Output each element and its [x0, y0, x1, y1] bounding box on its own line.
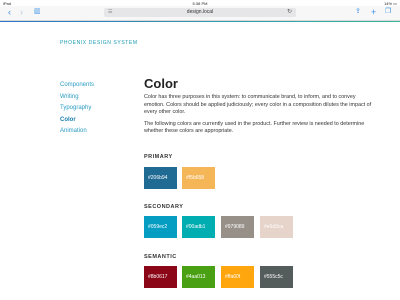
swatch-hex-label: #059ec2: [148, 224, 168, 230]
color-swatch[interactable]: #059ec2: [144, 216, 177, 238]
battery-label: 14% ▭: [384, 1, 397, 6]
swatch-hex-label: #206b94: [148, 175, 168, 181]
tabs-icon[interactable]: ❐: [385, 7, 391, 17]
sidebar-item-components[interactable]: Components: [60, 80, 120, 92]
swatch-hex-label: #979089: [225, 224, 245, 230]
bookmarks-book-icon[interactable]: ▥: [34, 7, 41, 17]
battery-percent: 14%: [384, 0, 393, 6]
forward-arrow-icon[interactable]: ›: [20, 7, 23, 17]
color-swatch[interactable]: #00adb1: [182, 216, 215, 238]
color-swatch[interactable]: #f5b658: [182, 167, 215, 189]
brand-title[interactable]: PHOENIX DESIGN SYSTEM: [60, 40, 138, 46]
back-arrow-icon[interactable]: ‹: [8, 7, 11, 17]
url-text: design.local: [186, 9, 214, 15]
clock-label: 5:38 PM: [192, 0, 208, 6]
color-swatch[interactable]: #e6d3ca: [260, 216, 293, 238]
swatch-hex-label: #e6d3ca: [264, 224, 284, 230]
swatch-hex-label: #f5b658: [186, 175, 205, 181]
sidebar-item-writing[interactable]: Writing: [60, 92, 120, 104]
color-swatch[interactable]: #555c5c: [260, 266, 293, 288]
reload-icon[interactable]: ↻: [287, 8, 292, 17]
swatch-hex-label: #ffa60f: [225, 274, 241, 280]
swatch-hex-label: #8b0617: [148, 274, 168, 280]
main-content: Color Color has three purposes in this s…: [144, 76, 374, 136]
color-swatch[interactable]: #206b94: [144, 167, 177, 189]
sidebar-nav: Components Writing Typography Color Anim…: [60, 80, 120, 138]
swatch-hex-label: #4aa013: [186, 274, 206, 280]
address-bar[interactable]: ☰ design.local ↻: [104, 8, 296, 17]
page-title: Color: [144, 76, 178, 91]
battery-icon: ▭: [393, 0, 397, 6]
section-title-primary: PRIMARY: [144, 154, 173, 160]
browser-toolbar: ‹ › ▥ ☰ design.local ↻ ⇪ + ❐: [0, 6, 400, 21]
page-load-accent-line: [0, 21, 400, 22]
sidebar-item-typography[interactable]: Typography: [60, 103, 120, 115]
color-swatch[interactable]: #ffa60f: [221, 266, 254, 288]
color-swatch[interactable]: #979089: [221, 216, 254, 238]
usage-paragraph: The following colors are currently used …: [144, 120, 365, 135]
sidebar-item-color[interactable]: Color: [60, 115, 120, 127]
share-icon[interactable]: ⇪: [355, 7, 361, 17]
section-title-semantic: SEMANTIC: [144, 254, 177, 260]
swatch-hex-label: #00adb1: [186, 224, 206, 230]
plus-icon[interactable]: +: [371, 7, 376, 17]
color-swatch[interactable]: #4aa013: [182, 266, 215, 288]
sidebar-item-animation[interactable]: Animation: [60, 126, 120, 138]
intro-paragraph: Color has three purposes in this system:…: [144, 94, 372, 116]
reader-lines-icon[interactable]: ☰: [108, 8, 112, 17]
color-swatch[interactable]: #8b0617: [144, 266, 177, 288]
section-title-secondary: SECONDARY: [144, 204, 184, 210]
swatch-hex-label: #555c5c: [264, 274, 283, 280]
